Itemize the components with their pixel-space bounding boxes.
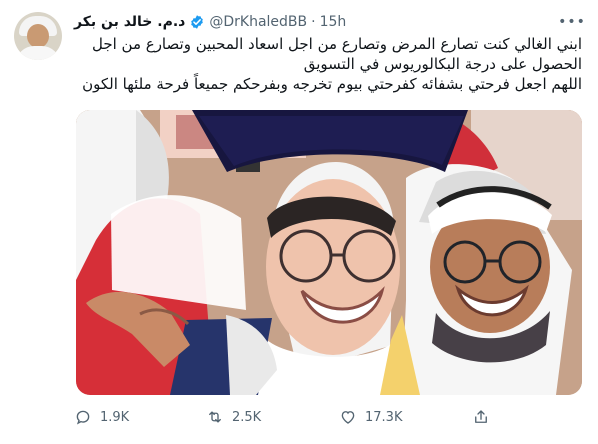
tweet-header: د.م. خالد بن بكر @DrKhaledBB · 15h — [74, 12, 346, 32]
tweet-time[interactable]: 15h — [320, 14, 347, 30]
tweet-line-1: ابني الغالي كنت تصارع المرض وتصارع من اج… — [91, 35, 582, 53]
retweet-count: 2.5K — [232, 409, 262, 425]
tweet-card[interactable]: د.م. خالد بن بكر @DrKhaledBB · 15h ••• ا… — [0, 0, 598, 444]
verified-badge-icon — [191, 15, 204, 29]
tweet-line-2: الحصول على درجة البكالوريوس في التسويق — [303, 55, 582, 73]
reply-action[interactable]: 1.9K — [74, 405, 129, 429]
like-count: 17.3K — [365, 409, 403, 425]
more-options-icon[interactable]: ••• — [558, 10, 585, 34]
tweet-actions: 1.9K 2.5K 17.3K — [74, 405, 584, 429]
like-icon — [341, 411, 355, 424]
retweet-action[interactable]: 2.5K — [206, 405, 261, 429]
reply-icon — [76, 410, 90, 425]
meta-separator: · — [311, 14, 316, 30]
display-name[interactable]: د.م. خالد بن بكر — [74, 14, 185, 30]
avatar-face — [27, 24, 49, 48]
share-icon — [475, 410, 487, 423]
reply-count: 1.9K — [100, 409, 130, 425]
retweet-icon — [209, 411, 221, 423]
like-action[interactable]: 17.3K — [339, 405, 402, 429]
share-action[interactable] — [472, 405, 490, 429]
avatar-body — [16, 46, 60, 60]
tweet-text: ابني الغالي كنت تصارع المرض وتصارع من اج… — [74, 34, 582, 94]
tweet-photo[interactable] — [76, 110, 582, 395]
avatar[interactable] — [14, 12, 62, 60]
user-handle[interactable]: @DrKhaledBB — [209, 14, 307, 30]
tweet-line-3: اللهم اجعل فرحتي بشفائه كفرحتي بيوم تخرج… — [82, 75, 582, 93]
graduation-photo-illustration — [76, 110, 582, 395]
